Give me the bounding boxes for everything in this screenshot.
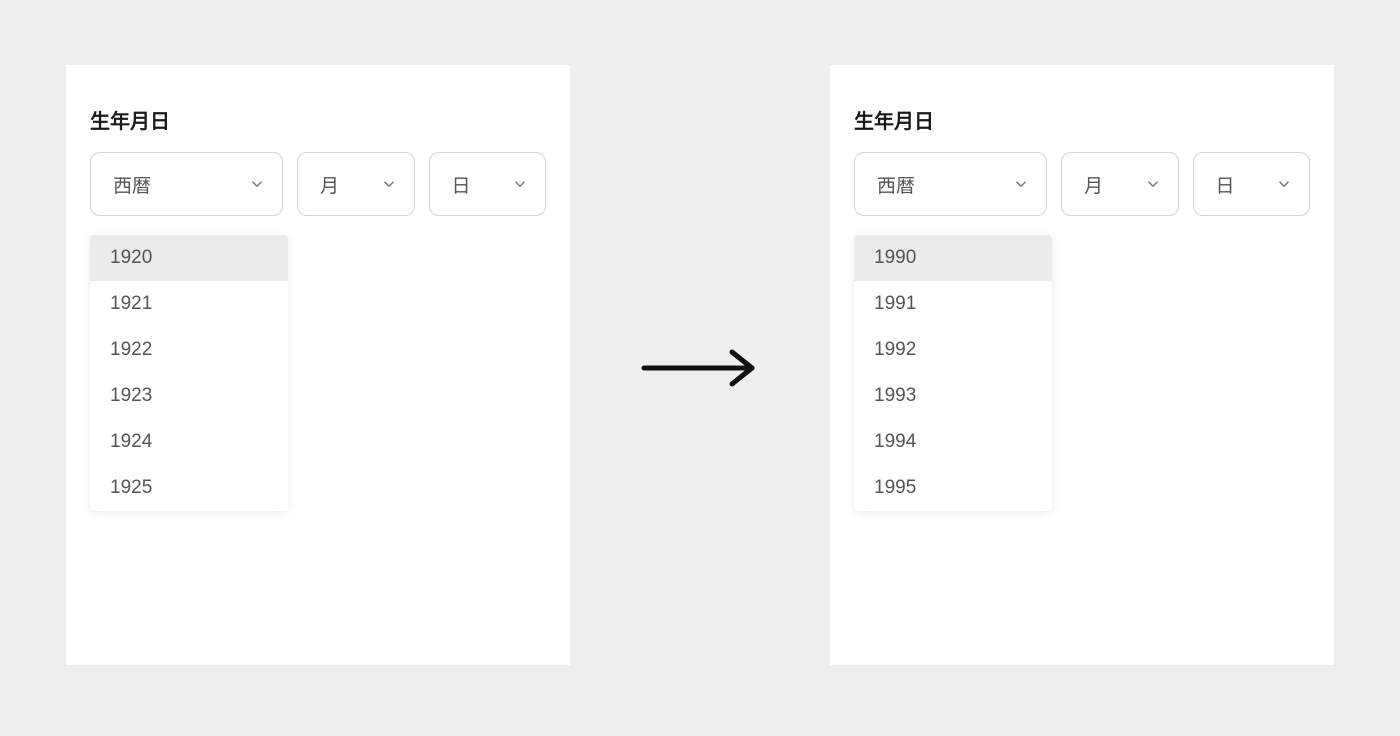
dropdown-option[interactable]: 1991 (854, 281, 1052, 327)
dropdown-option[interactable]: 1923 (90, 373, 288, 419)
form-card-right: 生年月日 西暦 月 日 1990 1991 1992 1993 1994 199… (830, 65, 1334, 665)
dropdown-option[interactable]: 1994 (854, 419, 1052, 465)
chevron-down-icon (248, 175, 266, 193)
day-select[interactable]: 日 (429, 152, 546, 216)
dropdown-option[interactable]: 1993 (854, 373, 1052, 419)
dropdown-option[interactable]: 1992 (854, 327, 1052, 373)
year-select[interactable]: 西暦 (90, 152, 283, 216)
chevron-down-icon (1012, 175, 1030, 193)
dropdown-option[interactable]: 1990 (854, 235, 1052, 281)
select-row: 西暦 月 日 (90, 152, 546, 216)
chevron-down-icon (380, 175, 398, 193)
dropdown-option[interactable]: 1925 (90, 465, 288, 511)
month-select[interactable]: 月 (297, 152, 414, 216)
year-dropdown[interactable]: 1920 1921 1922 1923 1924 1925 (90, 235, 288, 511)
year-dropdown[interactable]: 1990 1991 1992 1993 1994 1995 (854, 235, 1052, 511)
day-select-label: 日 (1216, 171, 1235, 198)
form-card-left: 生年月日 西暦 月 日 1920 1921 1922 1923 1924 192… (66, 65, 570, 665)
arrow-right-icon (640, 348, 760, 388)
day-select-label: 日 (452, 171, 471, 198)
dropdown-option[interactable]: 1920 (90, 235, 288, 281)
dropdown-option[interactable]: 1924 (90, 419, 288, 465)
chevron-down-icon (511, 175, 529, 193)
chevron-down-icon (1275, 175, 1293, 193)
month-select[interactable]: 月 (1061, 152, 1178, 216)
month-select-label: 月 (320, 171, 339, 198)
dropdown-option[interactable]: 1922 (90, 327, 288, 373)
heading-birthdate: 生年月日 (854, 105, 1310, 134)
day-select[interactable]: 日 (1193, 152, 1310, 216)
dropdown-option[interactable]: 1995 (854, 465, 1052, 511)
year-select[interactable]: 西暦 (854, 152, 1047, 216)
heading-birthdate: 生年月日 (90, 105, 546, 134)
chevron-down-icon (1144, 175, 1162, 193)
dropdown-option[interactable]: 1921 (90, 281, 288, 327)
year-select-label: 西暦 (877, 171, 915, 198)
year-select-label: 西暦 (113, 171, 151, 198)
select-row: 西暦 月 日 (854, 152, 1310, 216)
month-select-label: 月 (1084, 171, 1103, 198)
